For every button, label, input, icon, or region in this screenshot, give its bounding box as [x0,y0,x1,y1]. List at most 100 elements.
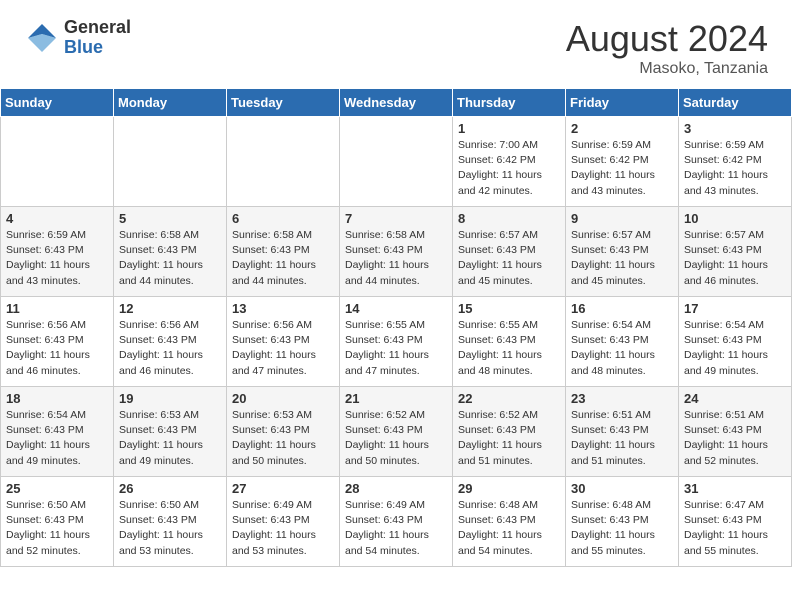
logo: General Blue [24,18,131,58]
day-number: 4 [6,211,108,226]
calendar-cell: 8 Sunrise: 6:57 AM Sunset: 6:43 PM Daylig… [453,207,566,297]
weekday-header: Monday [114,89,227,117]
day-number: 13 [232,301,334,316]
day-number: 31 [684,481,786,496]
day-content: Sunrise: 6:57 AM Sunset: 6:43 PM Dayligh… [684,228,786,289]
calendar-cell: 19 Sunrise: 6:53 AM Sunset: 6:43 PM Dayli… [114,387,227,477]
day-number: 19 [119,391,221,406]
calendar-cell: 11 Sunrise: 6:56 AM Sunset: 6:43 PM Dayli… [1,297,114,387]
day-number: 17 [684,301,786,316]
day-content: Sunrise: 6:56 AM Sunset: 6:43 PM Dayligh… [119,318,221,379]
day-number: 16 [571,301,673,316]
weekday-header: Friday [566,89,679,117]
calendar-cell: 17 Sunrise: 6:54 AM Sunset: 6:43 PM Dayli… [679,297,792,387]
calendar-cell: 20 Sunrise: 6:53 AM Sunset: 6:43 PM Dayli… [227,387,340,477]
day-content: Sunrise: 7:00 AM Sunset: 6:42 PM Dayligh… [458,138,560,199]
calendar-cell: 9 Sunrise: 6:57 AM Sunset: 6:43 PM Daylig… [566,207,679,297]
calendar-cell [114,117,227,207]
day-content: Sunrise: 6:47 AM Sunset: 6:43 PM Dayligh… [684,498,786,559]
day-content: Sunrise: 6:58 AM Sunset: 6:43 PM Dayligh… [119,228,221,289]
weekday-header: Wednesday [340,89,453,117]
location-subtitle: Masoko, Tanzania [566,60,768,78]
day-number: 24 [684,391,786,406]
day-number: 23 [571,391,673,406]
calendar-week-row: 18Sunrise: 6:54 AM Sunset: 6:43 PM Dayli… [1,387,792,477]
day-number: 6 [232,211,334,226]
calendar-cell: 4 Sunrise: 6:59 AM Sunset: 6:43 PM Daylig… [1,207,114,297]
calendar-week-row: 1Sunrise: 7:00 AM Sunset: 6:42 PM Daylig… [1,117,792,207]
day-content: Sunrise: 6:49 AM Sunset: 6:43 PM Dayligh… [345,498,447,559]
day-number: 25 [6,481,108,496]
day-number: 5 [119,211,221,226]
day-content: Sunrise: 6:56 AM Sunset: 6:43 PM Dayligh… [232,318,334,379]
day-content: Sunrise: 6:50 AM Sunset: 6:43 PM Dayligh… [6,498,108,559]
day-content: Sunrise: 6:48 AM Sunset: 6:43 PM Dayligh… [571,498,673,559]
day-content: Sunrise: 6:54 AM Sunset: 6:43 PM Dayligh… [571,318,673,379]
day-number: 11 [6,301,108,316]
calendar-cell: 2 Sunrise: 6:59 AM Sunset: 6:42 PM Daylig… [566,117,679,207]
calendar-cell: 5 Sunrise: 6:58 AM Sunset: 6:43 PM Daylig… [114,207,227,297]
calendar-cell: 27 Sunrise: 6:49 AM Sunset: 6:43 PM Dayli… [227,477,340,567]
calendar-week-row: 4 Sunrise: 6:59 AM Sunset: 6:43 PM Daylig… [1,207,792,297]
calendar-week-row: 11 Sunrise: 6:56 AM Sunset: 6:43 PM Dayli… [1,297,792,387]
day-content: Sunrise: 6:58 AM Sunset: 6:43 PM Dayligh… [345,228,447,289]
calendar-body: 1Sunrise: 7:00 AM Sunset: 6:42 PM Daylig… [1,117,792,567]
day-number: 15 [458,301,560,316]
calendar-cell [340,117,453,207]
calendar-cell: 25 Sunrise: 6:50 AM Sunset: 6:43 PM Dayli… [1,477,114,567]
day-number: 22 [458,391,560,406]
day-content: Sunrise: 6:57 AM Sunset: 6:43 PM Dayligh… [458,228,560,289]
day-number: 10 [684,211,786,226]
calendar-cell: 22 Sunrise: 6:52 AM Sunset: 6:43 PM Dayli… [453,387,566,477]
calendar-cell: 7Sunrise: 6:58 AM Sunset: 6:43 PM Daylig… [340,207,453,297]
day-content: Sunrise: 6:52 AM Sunset: 6:43 PM Dayligh… [458,408,560,469]
calendar-cell [1,117,114,207]
calendar-cell: 10 Sunrise: 6:57 AM Sunset: 6:43 PM Dayli… [679,207,792,297]
day-content: Sunrise: 6:51 AM Sunset: 6:43 PM Dayligh… [684,408,786,469]
header-row: SundayMondayTuesdayWednesdayThursdayFrid… [1,89,792,117]
day-content: Sunrise: 6:56 AM Sunset: 6:43 PM Dayligh… [6,318,108,379]
day-number: 2 [571,121,673,136]
day-content: Sunrise: 6:53 AM Sunset: 6:43 PM Dayligh… [119,408,221,469]
day-content: Sunrise: 6:57 AM Sunset: 6:43 PM Dayligh… [571,228,673,289]
day-number: 18 [6,391,108,406]
day-number: 27 [232,481,334,496]
title-block: August 2024 Masoko, Tanzania [566,18,768,78]
logo-general-text: General [64,18,131,38]
day-content: Sunrise: 6:51 AM Sunset: 6:43 PM Dayligh… [571,408,673,469]
calendar-cell: 24 Sunrise: 6:51 AM Sunset: 6:43 PM Dayli… [679,387,792,477]
day-number: 9 [571,211,673,226]
calendar-cell [227,117,340,207]
calendar-cell: 13 Sunrise: 6:56 AM Sunset: 6:43 PM Dayli… [227,297,340,387]
weekday-header: Thursday [453,89,566,117]
day-content: Sunrise: 6:59 AM Sunset: 6:42 PM Dayligh… [684,138,786,199]
logo-blue-text: Blue [64,38,131,58]
calendar-cell: 6 Sunrise: 6:58 AM Sunset: 6:43 PM Daylig… [227,207,340,297]
calendar-week-row: 25 Sunrise: 6:50 AM Sunset: 6:43 PM Dayli… [1,477,792,567]
day-number: 3 [684,121,786,136]
calendar-cell: 21Sunrise: 6:52 AM Sunset: 6:43 PM Dayli… [340,387,453,477]
calendar-cell: 16 Sunrise: 6:54 AM Sunset: 6:43 PM Dayli… [566,297,679,387]
calendar-cell: 18Sunrise: 6:54 AM Sunset: 6:43 PM Dayli… [1,387,114,477]
calendar-cell: 1Sunrise: 7:00 AM Sunset: 6:42 PM Daylig… [453,117,566,207]
calendar-cell: 12 Sunrise: 6:56 AM Sunset: 6:43 PM Dayli… [114,297,227,387]
day-content: Sunrise: 6:54 AM Sunset: 6:43 PM Dayligh… [684,318,786,379]
calendar-cell: 31 Sunrise: 6:47 AM Sunset: 6:43 PM Dayli… [679,477,792,567]
day-content: Sunrise: 6:59 AM Sunset: 6:42 PM Dayligh… [571,138,673,199]
calendar-cell: 28 Sunrise: 6:49 AM Sunset: 6:43 PM Dayli… [340,477,453,567]
day-number: 26 [119,481,221,496]
calendar-cell: 29Sunrise: 6:48 AM Sunset: 6:43 PM Dayli… [453,477,566,567]
day-number: 8 [458,211,560,226]
day-content: Sunrise: 6:49 AM Sunset: 6:43 PM Dayligh… [232,498,334,559]
day-number: 30 [571,481,673,496]
day-number: 20 [232,391,334,406]
weekday-header: Sunday [1,89,114,117]
calendar-cell: 14Sunrise: 6:55 AM Sunset: 6:43 PM Dayli… [340,297,453,387]
day-content: Sunrise: 6:59 AM Sunset: 6:43 PM Dayligh… [6,228,108,289]
day-number: 28 [345,481,447,496]
day-content: Sunrise: 6:58 AM Sunset: 6:43 PM Dayligh… [232,228,334,289]
day-number: 14 [345,301,447,316]
day-number: 12 [119,301,221,316]
day-content: Sunrise: 6:53 AM Sunset: 6:43 PM Dayligh… [232,408,334,469]
weekday-header: Saturday [679,89,792,117]
